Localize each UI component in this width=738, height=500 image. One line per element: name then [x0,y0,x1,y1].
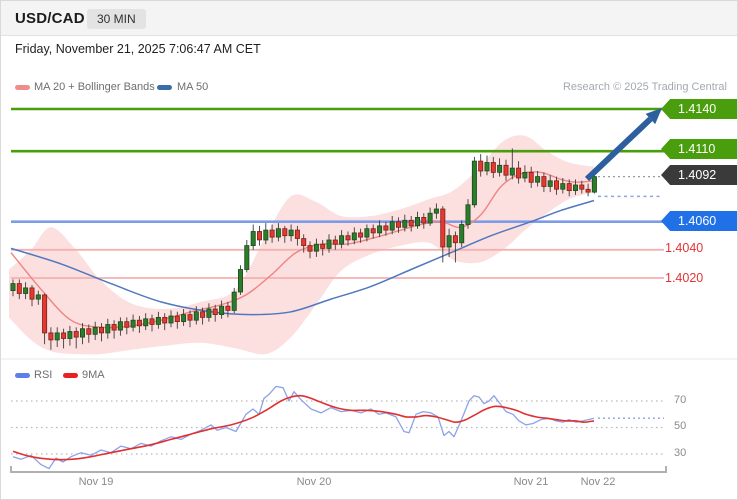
resistance-level-tag-14140: 1.4140 [661,99,737,119]
ma20-legend-label: MA 20 + Bollinger Bands [34,81,155,93]
x-axis-label-nov22: Nov 22 [580,476,616,488]
time-axis [10,466,667,473]
support-level-tag-14060: 1.4060 [661,211,737,231]
timeframe-badge: 30 MIN [87,9,146,29]
ma50-legend-swatch [157,85,172,90]
rsi-legend-swatch [15,373,30,378]
symbol-title: USD/CAD [15,10,85,27]
header: USD/CAD 30 MIN [1,1,737,36]
research-credit: Research © 2025 Trading Central [562,81,727,93]
pivot-level-label-14040: 1.4040 [665,241,704,255]
trading-central-chart-widget: USD/CAD 30 MIN Friday, November 21, 2025… [0,0,738,500]
rsi-tick-30: 30 [674,447,687,459]
ma20-legend-swatch [15,85,30,90]
rsi-legend-label: RSI [34,369,53,381]
x-axis-label-nov20: Nov 20 [296,476,332,488]
bullish-arrow-shaft [584,116,653,182]
x-axis-label-nov21: Nov 21 [513,476,549,488]
rsi-tick-70: 70 [674,394,687,406]
rsi-ma-legend-label: 9MA [82,369,105,381]
x-axis-label-nov19: Nov 19 [78,476,114,488]
chart-date: Friday, November 21, 2025 7:06:47 AM CET [15,42,261,56]
rsi-ma-legend-swatch [63,373,78,378]
pivot-level-label-14020: 1.4020 [665,271,704,285]
ma50-legend-label: MA 50 [177,81,209,93]
resistance-level-tag-14110: 1.4110 [661,139,737,159]
last-price-tag: 1.4092 [661,165,737,185]
price-and-rsi-chart [1,107,737,473]
rsi-tick-50: 50 [674,420,687,432]
